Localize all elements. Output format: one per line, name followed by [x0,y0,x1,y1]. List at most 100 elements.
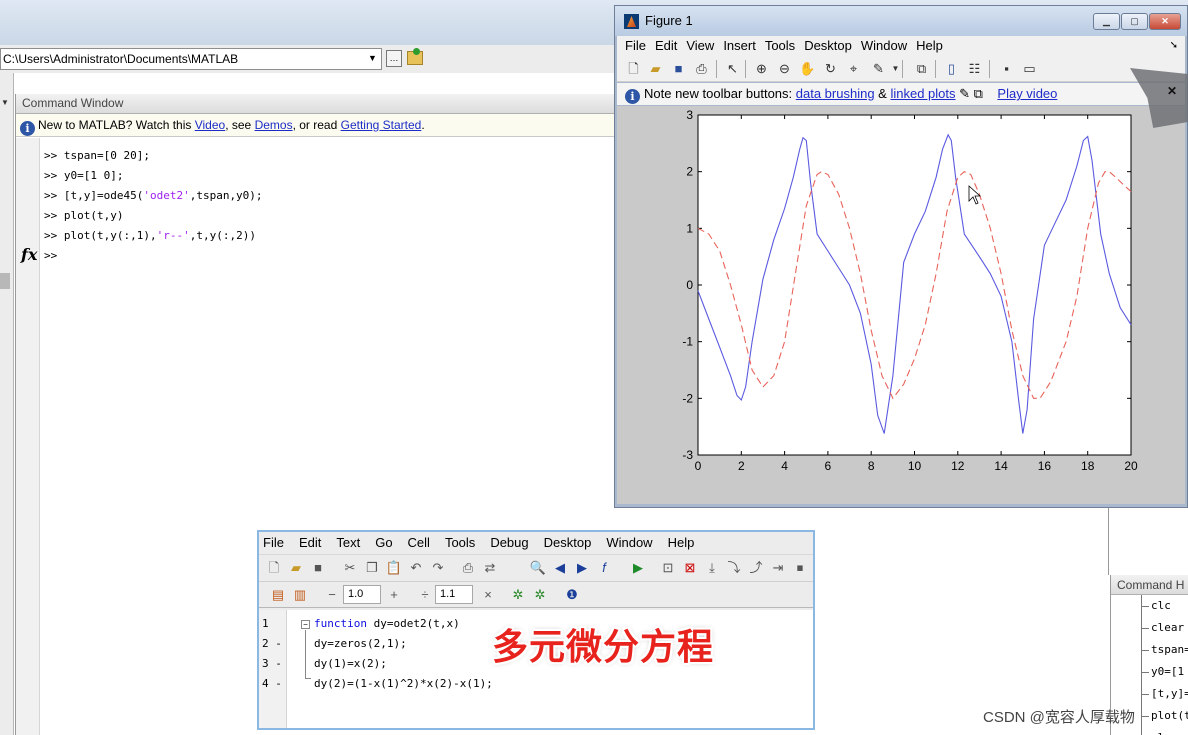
step-icon[interactable]: ⤓ [703,559,721,577]
menu-tools[interactable]: Tools [765,38,795,53]
function-icon[interactable]: f [595,559,613,577]
history-item[interactable]: tspan= [1111,639,1188,661]
run-icon[interactable]: ▶ [629,559,647,577]
command-line: >> [t,y]=ode45('odet2',tspan,y0); [44,189,263,202]
editor-window[interactable]: File Edit Text Go Cell Tools Debug Desktop Windo… [257,530,815,730]
browse-folder-button[interactable]: … [386,50,402,67]
current-folder-combo[interactable]: C:\Users\Administrator\Documents\MATLAB [0,48,382,70]
help-icon[interactable]: ❶ [563,586,581,604]
menu-edit[interactable]: Edit [299,535,321,550]
menu-file[interactable]: File [625,38,646,53]
breakpoint-icon[interactable]: ⊡ [659,559,677,577]
collapse-arrow-icon[interactable]: ▼ [1,98,9,107]
zoom-in-icon[interactable]: ⊕ [753,60,770,77]
close-button[interactable]: ✕ [1149,13,1181,30]
show-cell-titles-icon[interactable]: ✲ [509,586,527,604]
data-cursor-icon[interactable]: ⌖ [845,60,862,77]
folder-up-icon[interactable] [407,48,423,65]
menu-insert[interactable]: Insert [723,38,756,53]
link-icon[interactable]: ⧉ [913,60,930,77]
getting-started-link[interactable]: Getting Started [341,118,422,132]
data-brushing-link[interactable]: data brushing [796,86,875,101]
scrollbar-thumb[interactable] [0,273,10,289]
continue-icon[interactable]: ⇥ [769,559,787,577]
menu-file[interactable]: File [263,535,284,550]
cell-value-input[interactable]: 1.0 [343,585,381,604]
history-item[interactable]: [t,y]= [1111,683,1188,705]
figure-title-bar[interactable]: Figure 1 ▁ ▢ ✕ [615,6,1187,36]
paste-icon[interactable]: 📋 [385,559,403,577]
maximize-button[interactable]: ▢ [1121,13,1148,30]
play-video-link[interactable]: Play video [997,86,1057,101]
menu-window[interactable]: Window [606,535,652,550]
menu-help[interactable]: Help [916,38,943,53]
pointer-icon[interactable]: ↖ [724,60,741,77]
menu-desktop[interactable]: Desktop [544,535,592,550]
legend-icon[interactable]: ☷ [966,60,983,77]
exit-debug-icon[interactable]: ⏹ [791,559,809,577]
menu-go[interactable]: Go [375,535,392,550]
line-chart[interactable]: 0 2 4 6 8 10 12 14 16 18 203210-1-2-3 [617,106,1185,504]
cell-factor-input[interactable]: 1.1 [435,585,473,604]
save-icon[interactable]: ■ [670,60,687,77]
print-icon[interactable]: ⎙ [693,60,710,77]
print-icon[interactable]: ⎙ [459,559,477,577]
multiply-button[interactable]: × [479,586,497,604]
figure-menu-bar: File Edit View Insert Tools Desktop Window Help… [617,36,1185,56]
minimize-button[interactable]: ▁ [1093,13,1120,30]
video-link[interactable]: Video [195,118,225,132]
hide-tools-icon[interactable]: ▪ [998,60,1015,77]
dock-arrow-icon[interactable]: ➘ [1170,36,1178,56]
demos-link[interactable]: Demos [255,118,293,132]
find-icon[interactable]: 🔍 [529,559,547,577]
new-icon[interactable]: 🗋 [265,559,283,577]
menu-cell[interactable]: Cell [408,535,430,550]
back-icon[interactable]: ◀ [551,559,569,577]
figure-window[interactable]: Figure 1 ▁ ▢ ✕ File Edit View Insert Tools De… [614,5,1188,508]
compare-icon[interactable]: ⇄ [481,559,499,577]
forward-icon[interactable]: ▶ [573,559,591,577]
show-tools-icon[interactable]: ▭ [1021,60,1038,77]
cell-eval-icon[interactable]: ▤ [269,586,287,604]
figure-plot-area[interactable]: 0 2 4 6 8 10 12 14 16 18 20 3 2 1 0 -1 -2 -3 [617,106,1185,504]
rotate-icon[interactable]: ↻ [822,60,839,77]
history-item[interactable]: clc [1111,727,1188,735]
increment-button[interactable]: + [385,586,403,604]
fold-toggle-icon[interactable]: − [301,620,310,629]
divide-button[interactable]: ÷ [416,586,434,604]
step-out-icon[interactable]: ⤴ [747,559,765,577]
copy-icon[interactable]: ❐ [363,559,381,577]
undo-icon[interactable]: ↶ [407,559,425,577]
close-icon[interactable]: ✕ [1167,84,1177,98]
cut-icon[interactable]: ✂ [341,559,359,577]
zoom-out-icon[interactable]: ⊖ [776,60,793,77]
history-item[interactable]: clear [1111,617,1188,639]
menu-edit[interactable]: Edit [655,38,677,53]
menu-view[interactable]: View [686,38,714,53]
new-icon[interactable]: 🗋 [625,60,642,77]
pan-icon[interactable]: ✋ [799,60,816,77]
redo-icon[interactable]: ↷ [429,559,447,577]
history-item[interactable]: clc [1111,595,1188,617]
colorbar-icon[interactable]: ▯ [943,60,960,77]
open-icon[interactable]: ▰ [647,60,664,77]
menu-tools[interactable]: Tools [445,535,475,550]
hide-cell-titles-icon[interactable]: ✲ [531,586,549,604]
menu-debug[interactable]: Debug [490,535,528,550]
open-icon[interactable]: ▰ [287,559,305,577]
save-icon[interactable]: ■ [309,559,327,577]
command-prompt[interactable]: >> [44,246,263,266]
brush-icon[interactable]: ✎ [870,60,887,77]
cell-advance-icon[interactable]: ▥ [291,586,309,604]
menu-help[interactable]: Help [668,535,695,550]
function-browser-icon[interactable]: fx [21,245,37,264]
menu-text[interactable]: Text [336,535,360,550]
decrement-button[interactable]: − [323,586,341,604]
history-item[interactable]: y0=[1 [1111,661,1188,683]
menu-desktop[interactable]: Desktop [804,38,852,53]
menu-window[interactable]: Window [861,38,907,53]
chevron-down-icon[interactable]: ▼ [368,53,377,63]
linked-plots-link[interactable]: linked plots [890,86,955,101]
clear-breakpoints-icon[interactable]: ⊠ [681,559,699,577]
step-in-icon[interactable]: ⤵ [725,559,743,577]
